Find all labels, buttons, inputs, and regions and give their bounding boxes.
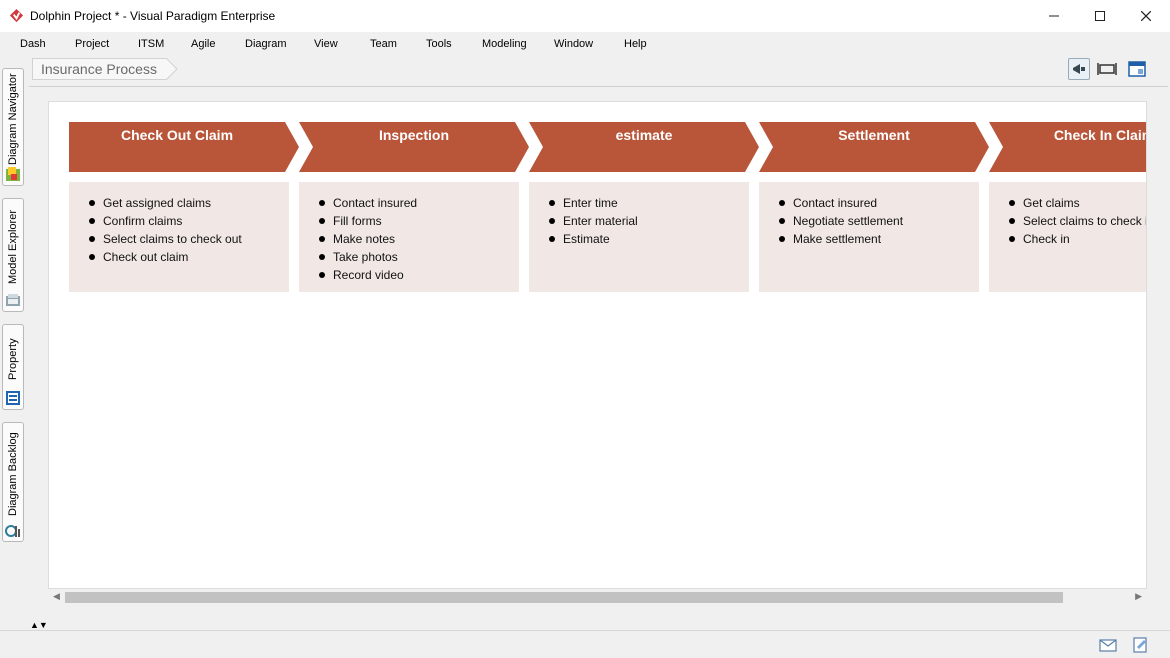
- tab-diagram-backlog[interactable]: Diagram Backlog: [2, 422, 24, 542]
- scroll-right-arrow-icon[interactable]: ▶: [1135, 591, 1142, 602]
- fit-diagram-icon: [1097, 63, 1117, 75]
- list-item: Enter time: [549, 194, 749, 212]
- status-bar: [0, 630, 1170, 658]
- menu-modeling[interactable]: Modeling: [482, 38, 527, 50]
- panel-toggle[interactable]: ▲▼: [30, 620, 48, 630]
- menu-view[interactable]: View: [314, 38, 338, 50]
- stage-title: estimate: [615, 127, 673, 143]
- stage-title: Check Out Claim: [120, 127, 234, 143]
- model-explorer-icon: [6, 294, 20, 306]
- tab-label: Diagram Navigator: [7, 73, 19, 165]
- minimize-icon: [1049, 15, 1059, 17]
- list-item: Make notes: [319, 230, 519, 248]
- breadcrumb-label: Insurance Process: [41, 61, 157, 77]
- breadcrumb-bar: Insurance Process: [27, 56, 1170, 84]
- stage-body: Get assigned claims Confirm claims Selec…: [69, 182, 289, 292]
- maximize-icon: [1095, 11, 1105, 21]
- list-item: Estimate: [549, 230, 749, 248]
- left-panel-tabs: Diagram Navigator Model Explorer Propert…: [0, 56, 27, 630]
- stage-body: Enter time Enter material Estimate: [529, 182, 749, 292]
- menu-window[interactable]: Window: [554, 38, 593, 50]
- menu-project[interactable]: Project: [75, 38, 109, 50]
- window-title: Dolphin Project * - Visual Paradigm Ente…: [30, 9, 276, 23]
- stage-body: Contact insured Negotiate settlement Mak…: [759, 182, 979, 292]
- stage-header: Check Out Claim: [69, 122, 299, 172]
- list-item: Enter material: [549, 212, 749, 230]
- menu-agile[interactable]: Agile: [191, 38, 215, 50]
- menu-team[interactable]: Team: [370, 38, 397, 50]
- list-item: Record video: [319, 266, 519, 284]
- diagram-overview-button[interactable]: [1126, 58, 1148, 80]
- diagram-canvas[interactable]: Check Out Claim Get assigned claims Conf…: [48, 101, 1147, 589]
- menu-dash[interactable]: Dash: [20, 38, 46, 50]
- close-icon: [1141, 11, 1151, 21]
- menu-itsm[interactable]: ITSM: [138, 38, 164, 50]
- menu-bar: Dash Project ITSM Agile Diagram View Tea…: [0, 32, 1170, 56]
- stage-title: Settlement: [838, 127, 910, 143]
- diagram-navigator-icon: [6, 167, 20, 181]
- collapse-down-icon[interactable]: ▼: [39, 620, 48, 630]
- title-bar: Dolphin Project * - Visual Paradigm Ente…: [0, 0, 1170, 32]
- maximize-button[interactable]: [1077, 0, 1123, 32]
- visual-paradigm-logo-icon: [9, 8, 24, 23]
- list-item: Confirm claims: [89, 212, 289, 230]
- scroll-left-arrow-icon[interactable]: ◀: [53, 591, 60, 602]
- list-item: Contact insured: [319, 194, 519, 212]
- stage-title: Check In Claim: [1053, 127, 1147, 143]
- stage-title: Inspection: [378, 127, 449, 143]
- tab-model-explorer[interactable]: Model Explorer: [2, 198, 24, 312]
- diagram-overview-icon: [1128, 61, 1146, 77]
- tab-label: Model Explorer: [7, 210, 19, 284]
- diagram-area: Check Out Claim Get assigned claims Conf…: [29, 86, 1168, 630]
- breadcrumb-arrow-icon: [166, 58, 178, 80]
- fit-diagram-button[interactable]: [1096, 58, 1118, 80]
- list-item: Contact insured: [779, 194, 979, 212]
- mail-icon[interactable]: [1099, 637, 1117, 653]
- stage-header: estimate: [529, 122, 759, 172]
- list-item: Get assigned claims: [89, 194, 289, 212]
- list-item: Fill forms: [319, 212, 519, 230]
- list-item: Make settlement: [779, 230, 979, 248]
- announce-icon: [1073, 64, 1085, 74]
- menu-diagram[interactable]: Diagram: [245, 38, 287, 50]
- tab-property[interactable]: Property: [2, 324, 24, 410]
- list-item: Get claims: [1009, 194, 1146, 212]
- list-item: Take photos: [319, 248, 519, 266]
- property-icon: [6, 391, 20, 405]
- scrollbar-thumb[interactable]: [65, 592, 1063, 603]
- list-item: Negotiate settlement: [779, 212, 979, 230]
- horizontal-scrollbar[interactable]: ◀ ▶: [48, 589, 1147, 605]
- breadcrumb[interactable]: Insurance Process: [32, 58, 167, 80]
- announce-button[interactable]: [1068, 58, 1090, 80]
- tab-label: Diagram Backlog: [7, 432, 19, 516]
- list-item: Check out claim: [89, 248, 289, 266]
- stage-header: Check In Claim: [989, 122, 1147, 172]
- list-item: Select claims to check in: [1009, 212, 1146, 230]
- tab-label: Property: [7, 338, 19, 380]
- stage-body: Contact insured Fill forms Make notes Ta…: [299, 182, 519, 292]
- stage-header: Settlement: [759, 122, 989, 172]
- edit-note-icon[interactable]: [1132, 637, 1150, 653]
- minimize-button[interactable]: [1031, 0, 1077, 32]
- close-button[interactable]: [1123, 0, 1169, 32]
- stage-body: Get claims Select claims to check in Che…: [989, 182, 1146, 292]
- menu-help[interactable]: Help: [624, 38, 647, 50]
- list-item: Check in: [1009, 230, 1146, 248]
- tab-diagram-navigator[interactable]: Diagram Navigator: [2, 68, 24, 186]
- stage-header: Inspection: [299, 122, 529, 172]
- menu-tools[interactable]: Tools: [426, 38, 452, 50]
- expand-up-icon[interactable]: ▲: [30, 620, 39, 630]
- diagram-backlog-icon: [5, 525, 20, 537]
- list-item: Select claims to check out: [89, 230, 289, 248]
